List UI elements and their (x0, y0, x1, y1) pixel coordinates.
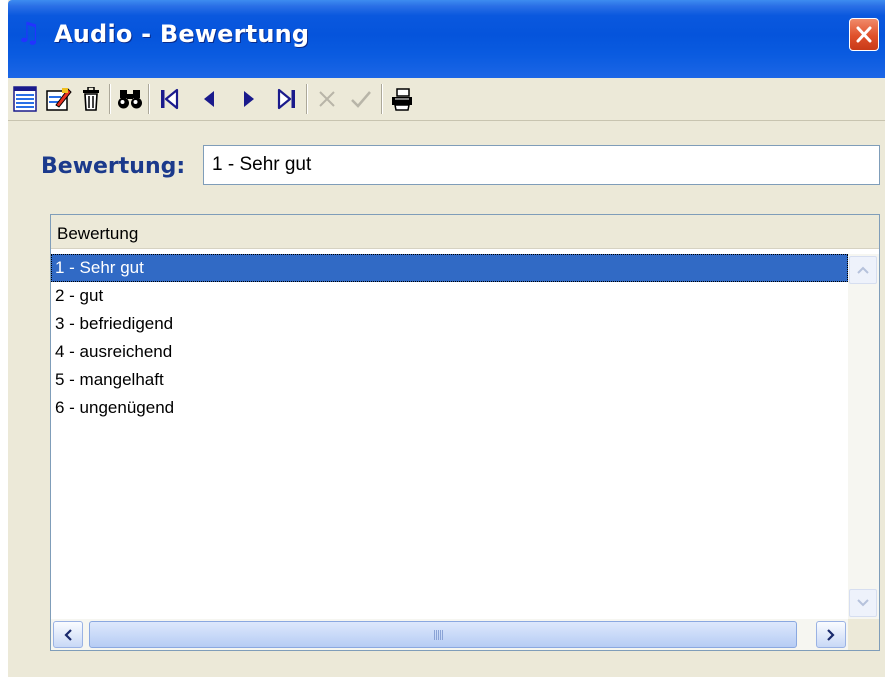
list-rows: 1 - Sehr gut 2 - gut 3 - befriedigend 4 … (51, 254, 848, 422)
column-header[interactable]: Bewertung (51, 215, 879, 249)
list-item[interactable]: 6 - ungenügend (51, 394, 848, 422)
first-icon (161, 88, 179, 110)
toolbar-separator (148, 84, 150, 114)
previous-record-button[interactable] (194, 84, 224, 114)
print-button[interactable] (387, 84, 417, 114)
scroll-thumb[interactable] (89, 621, 797, 648)
edit-record-button[interactable] (44, 84, 74, 114)
grip-icon (434, 630, 448, 640)
list-item[interactable]: 5 - mangelhaft (51, 366, 848, 394)
delete-record-button[interactable] (76, 84, 106, 114)
last-icon (277, 88, 295, 110)
cancel-button[interactable] (312, 84, 342, 114)
scrollbar-corner (848, 619, 879, 650)
horizontal-scrollbar[interactable] (51, 619, 848, 650)
next-icon (244, 91, 254, 107)
edit-icon (46, 88, 72, 111)
close-icon (856, 26, 872, 43)
toolbar-separator (306, 84, 308, 114)
toolbar (8, 78, 885, 121)
cancel-icon (319, 91, 335, 107)
chevron-down-icon (857, 599, 869, 607)
vertical-scrollbar[interactable] (848, 254, 879, 619)
chevron-left-icon (64, 628, 72, 641)
binoculars-icon (118, 90, 142, 109)
trash-icon (83, 87, 99, 111)
chevron-up-icon (857, 266, 869, 274)
toolbar-separator (381, 84, 383, 114)
window-title: Audio - Bewertung (54, 20, 310, 48)
list-icon (13, 86, 37, 112)
dialog-window: ♫ Audio - Bewertung Bewertung: 1 - Sehr … (8, 0, 885, 677)
scroll-right-button[interactable] (816, 621, 846, 648)
list-item[interactable]: 2 - gut (51, 282, 848, 310)
list-item[interactable]: 4 - ausreichend (51, 338, 848, 366)
check-icon (351, 91, 371, 108)
search-button[interactable] (115, 84, 145, 114)
scroll-up-button[interactable] (849, 256, 877, 284)
printer-icon (392, 88, 412, 111)
first-record-button[interactable] (154, 84, 184, 114)
confirm-button[interactable] (346, 84, 376, 114)
title-bar[interactable]: ♫ Audio - Bewertung (8, 0, 885, 78)
scroll-left-button[interactable] (53, 621, 83, 648)
bewertung-label: Bewertung: (41, 154, 186, 179)
previous-icon (204, 91, 214, 107)
chevron-right-icon (827, 628, 835, 641)
list-item[interactable]: 3 - befriedigend (51, 310, 848, 338)
new-record-button[interactable] (10, 84, 40, 114)
last-record-button[interactable] (272, 84, 302, 114)
bewertung-field[interactable]: 1 - Sehr gut (203, 145, 880, 185)
bewertung-list[interactable]: Bewertung 1 - Sehr gut 2 - gut 3 - befri… (50, 214, 880, 651)
scroll-down-button[interactable] (849, 589, 877, 617)
column-header-label: Bewertung (57, 224, 139, 243)
toolbar-separator (109, 84, 111, 114)
list-item[interactable]: 1 - Sehr gut (51, 254, 848, 282)
music-note-icon: ♫ (16, 16, 42, 49)
close-button[interactable] (849, 18, 879, 51)
next-record-button[interactable] (234, 84, 264, 114)
